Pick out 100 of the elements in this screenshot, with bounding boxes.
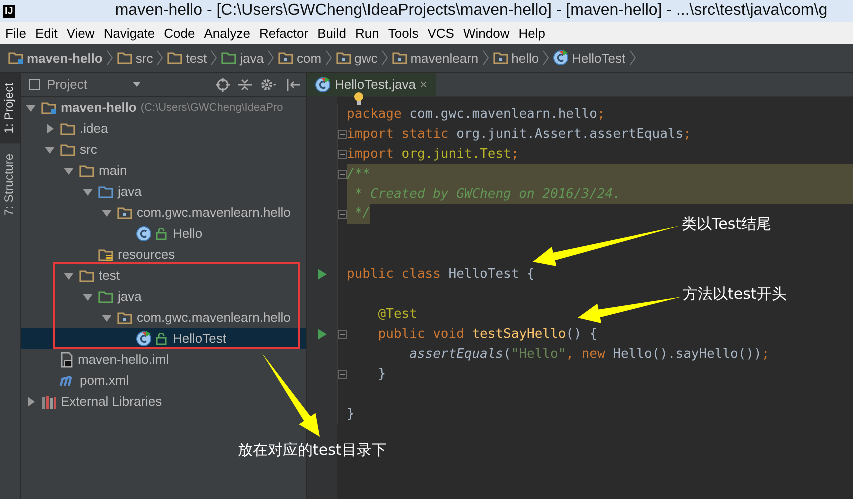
collapsed-arrow-icon[interactable] [45,124,55,134]
breadcrumb[interactable]: hello [492,50,540,66]
lock-icon [156,332,167,344]
menu-item[interactable]: File [1,26,31,40]
chevron-icon [543,50,550,66]
breadcrumb[interactable]: com [278,50,322,66]
tool-window-tab[interactable]: 7: Structure [0,144,20,226]
collapsed-arrow-icon[interactable] [26,396,36,406]
code-line: public class HelloTest { [347,266,535,282]
fold-marker-icon[interactable] [338,170,347,178]
menu-item[interactable]: Run [351,26,384,40]
menu-item[interactable]: Tools [384,26,424,40]
close-tab-button[interactable]: × [420,77,428,92]
breadcrumb[interactable]: src [116,50,154,66]
expanded-arrow-icon[interactable] [102,312,112,322]
run-icon[interactable] [318,268,326,280]
run-icon[interactable] [318,328,326,340]
expanded-arrow-icon[interactable] [45,144,55,154]
code-line: } [347,406,355,422]
menu-item[interactable]: View [62,26,100,40]
expanded-arrow-icon[interactable] [26,102,36,112]
tree-item[interactable]: main [21,160,306,181]
tree-label: maven-hello.iml [78,352,170,367]
package-folder-icon [117,310,133,324]
collapse-icon[interactable] [238,78,252,92]
tree-item[interactable]: resources [21,244,306,265]
fold-marker-icon[interactable] [338,130,347,138]
tree-label: com.gwc.mavenlearn.hello [137,310,291,325]
tree-item[interactable]: java [21,286,306,307]
chevron-icon [268,50,274,66]
fold-marker-icon[interactable] [338,330,347,338]
tree-item[interactable]: pom.xml [21,370,306,391]
code-line: import static org.junit.Assert.assertEquals; [347,126,692,142]
chevron-icon [211,50,218,66]
expanded-arrow-icon[interactable] [64,166,74,176]
tree-item[interactable]: test [21,265,306,286]
folder-icon [60,122,76,136]
menu-item[interactable]: Navigate [99,26,160,40]
menu-item[interactable]: Analyze [200,26,255,40]
view-dropdown[interactable]: Project [29,77,142,92]
editor-tab[interactable]: HelloTest.java × [307,73,436,96]
chevron-icon [482,50,489,66]
libraries-icon [41,394,57,410]
lightbulb-icon[interactable] [354,92,364,106]
tree-path: (C:\Users\GWCheng\IdeaPro [140,102,284,114]
resources-folder-icon [98,248,114,262]
code-line: /** [347,166,370,182]
code-line: * Created by GWCheng on 2016/3/24. [354,186,621,202]
menu-item[interactable]: Edit [30,26,62,40]
code-line: public void testSayHello() { [377,326,598,342]
tree-label: test [99,268,120,283]
tree-item[interactable]: External Libraries [21,391,306,412]
chevron-icon [630,50,636,66]
tree-item[interactable]: com.gwc.mavenlearn.hello [21,202,306,223]
menu-item[interactable]: Code [160,26,200,40]
folder-icon [41,100,57,114]
tree-item[interactable]: Hello [21,223,306,244]
tree-label: Hello [173,226,203,241]
class-icon [136,226,152,242]
test-class-icon [136,330,152,346]
fold-marker-icon[interactable] [338,150,347,158]
breadcrumb[interactable]: java [221,50,264,66]
folder-icon [60,142,76,156]
menu-item[interactable]: Help [514,26,550,40]
fold-marker-icon[interactable] [338,210,347,218]
breadcrumb[interactable]: mavenlearn [392,50,479,66]
tree-item[interactable]: java [21,181,306,202]
folder-icon [167,51,184,65]
expanded-arrow-icon[interactable] [83,186,93,196]
fold-marker-icon[interactable] [338,370,347,378]
breadcrumb[interactable]: gwc [336,50,378,66]
tool-window-tab[interactable]: 1: Project [0,73,20,144]
menu-item[interactable]: Window [458,26,514,40]
breadcrumb[interactable]: HelloTest [553,50,626,66]
breadcrumb[interactable]: test [167,50,208,66]
folder-icon [79,268,95,282]
expanded-arrow-icon[interactable] [102,208,112,218]
folder-icon [98,290,114,304]
tree-label: HelloTest [173,331,226,346]
settings-icon[interactable] [260,78,278,92]
tree-item[interactable]: maven-hello.iml [21,349,306,370]
expanded-arrow-icon[interactable] [83,292,93,302]
tree-item[interactable]: src [21,139,306,160]
caret-icon [133,82,142,87]
menu-item[interactable]: VCS [423,26,459,40]
tree-label: External Libraries [61,394,162,409]
menu-item[interactable]: Build [313,26,352,40]
folder-icon [221,51,238,65]
hide-icon[interactable] [286,78,300,92]
tree-item[interactable]: maven-hello (C:\Users\GWCheng\IdeaPro [21,97,306,118]
code-line: @Test [377,306,418,322]
expanded-arrow-icon[interactable] [64,270,74,280]
package-folder-icon [278,51,294,65]
chevron-icon [157,50,164,66]
tree-item[interactable]: HelloTest [21,328,306,349]
tree-item[interactable]: com.gwc.mavenlearn.hello [21,307,306,328]
breadcrumb[interactable]: maven-hello [8,50,103,66]
tree-item[interactable]: .idea [21,118,306,139]
locate-icon[interactable] [216,78,230,92]
menu-item[interactable]: Refactor [254,26,314,40]
